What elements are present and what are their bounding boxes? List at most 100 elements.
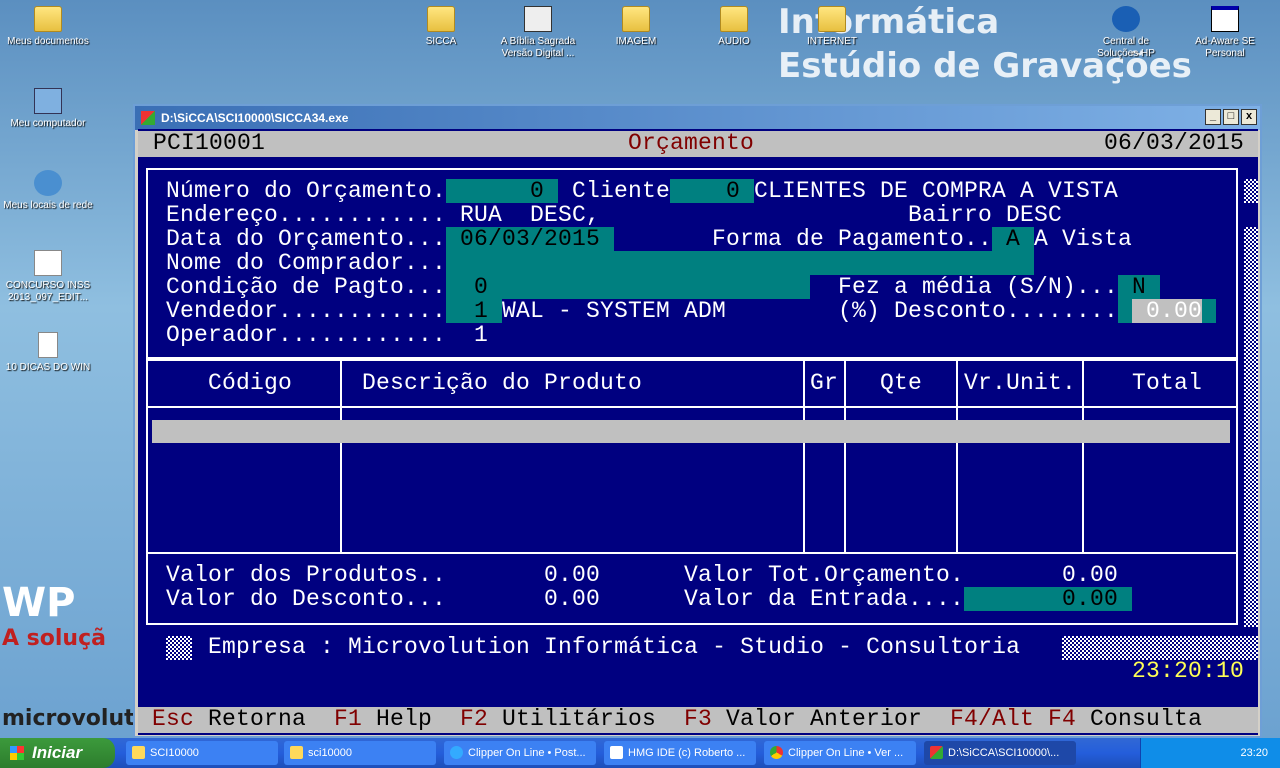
forma-label: Forma de Pagamento.. [712,226,993,252]
screen-title: Orçamento [628,130,755,156]
icon-label: A Bíblia Sagrada Versão Digital ... [500,36,576,59]
icon-label: AUDIO [718,36,750,47]
icon-label: Ad-Aware SE Personal [1195,36,1255,59]
column-divider [844,359,846,554]
key-action: Retorna [208,706,307,732]
hp-icon [1112,6,1140,32]
app-icon [610,746,623,759]
vendedor-value: 1 [474,298,489,324]
data-value: 06/03/2015 [460,226,601,252]
bairro-value: DESC [1006,202,1063,228]
column-header-gr: Gr [810,370,839,396]
desktop-icon-hp[interactable]: Central de Soluções HP [1081,6,1171,60]
tot-orcamento-label: Valor Tot.Orçamento. [684,562,965,588]
folder-icon [622,6,650,32]
key-f1[interactable]: F1 Help [334,707,432,731]
column-header-vrunit: Vr.Unit. [964,370,1077,396]
icon-label: 10 DICAS DO WIN [5,362,91,373]
produtos-label: Valor dos Produtos.. [166,562,447,588]
task-label: sci10000 [308,747,353,759]
forma-value: A [1006,226,1021,252]
nome-label: Nome do Comprador... [166,250,447,276]
cliente-name: CLIENTES DE COMPRA A VISTA [754,178,1119,204]
table-header-divider [146,406,1238,408]
column-divider [1082,359,1084,554]
desktop-icon-dicas[interactable]: 10 DICAS DO WIN [3,332,93,374]
key-action: Consulta [1090,706,1203,732]
pdf-icon [34,250,62,276]
condicao-label: Condição de Pagto... [166,274,447,300]
app-icon [141,111,155,125]
task-label: Clipper On Line • Ver ... [788,747,904,759]
empresa-text: Empresa : Microvolution Informática - St… [208,634,1021,660]
key-action: Help [376,706,433,732]
maximize-button[interactable]: □ [1223,109,1239,125]
task-label: SCI10000 [150,747,199,759]
desktop-icon-concurso[interactable]: CONCURSO INSS 2013_097_EDIT... [3,250,93,304]
computer-icon [34,88,62,114]
ie-icon [450,746,463,759]
shade-block [166,636,192,660]
key-f2[interactable]: F2 Utilitários [460,707,656,731]
icon-label: SICCA [425,36,457,47]
start-label: Iniciar [32,743,83,762]
task-label: Clipper On Line • Post... [468,747,586,759]
table-row-selected[interactable] [152,420,1230,443]
task-label: HMG IDE (c) Roberto ... [628,747,746,759]
system-tray: 23:20 [1140,738,1280,768]
task-sicca34[interactable]: D:\SiCCA\SCI10000\... [924,741,1076,765]
task-hmg-ide[interactable]: HMG IDE (c) Roberto ... [604,741,756,765]
task-sci10000-lower[interactable]: sci10000 [284,741,436,765]
entrada-label: Valor da Entrada.... [684,586,965,612]
cliente-value: 0 [726,178,741,204]
tot-orcamento-value: 0.00 [1062,562,1119,588]
desktop-icon-imagem[interactable]: IMAGEM [591,6,681,48]
key-label: F4/Alt F4 [950,706,1077,732]
task-clipper-ver[interactable]: Clipper On Line • Ver ... [764,741,916,765]
condicao-value: 0 [474,274,489,300]
minimize-button[interactable]: _ [1205,109,1221,125]
desconto-total-label: Valor do Desconto... [166,586,447,612]
key-label: Esc [152,706,195,732]
cliente-field[interactable] [670,179,754,203]
title-bar[interactable]: D:\SiCCA\SCI10000\SICCA34.exe _ □ x [135,106,1260,130]
operador-label: Operador............ [166,322,447,348]
endereco-value: RUA DESC, [460,202,601,228]
condicao-field[interactable] [446,275,810,299]
console-screen[interactable]: PCI10001 Orçamento 06/03/2015 Número do … [138,129,1258,735]
desktop-icon-locais-rede[interactable]: Meus locais de rede [3,170,93,212]
folder-icon [427,6,455,32]
nome-field[interactable] [446,251,1034,275]
numero-value: 0 [530,178,545,204]
tray-clock[interactable]: 23:20 [1240,747,1268,759]
window-icon [1211,6,1239,32]
vendedor-name: WAL - SYSTEM ADM [502,298,727,324]
desktop-icon-meu-computador[interactable]: Meu computador [3,88,93,130]
desconto-total-value: 0.00 [544,586,601,612]
task-clipper-post[interactable]: Clipper On Line • Post... [444,741,596,765]
desktop-icon-audio[interactable]: AUDIO [689,6,779,48]
desconto-label: (%) Desconto........ [838,298,1119,324]
column-header-codigo: Código [208,370,293,396]
desktop-icon-sicca[interactable]: SICCA [396,6,486,48]
task-sci10000[interactable]: SCI10000 [126,741,278,765]
icon-label: Meus locais de rede [3,200,93,211]
desktop-icon-meus-documentos[interactable]: Meus documentos [3,6,93,48]
media-value: N [1132,274,1147,300]
key-esc[interactable]: Esc Retorna [152,707,306,731]
start-button[interactable]: Iniciar [0,738,115,768]
key-action: Utilitários [502,706,657,732]
folder-icon [818,6,846,32]
key-f4[interactable]: F4/Alt F4 Consulta [950,707,1202,731]
desktop-icon-biblia[interactable]: A Bíblia Sagrada Versão Digital ... [493,6,583,60]
key-label: F3 [684,706,713,732]
desktop-icon-adaware[interactable]: Ad-Aware SE Personal [1180,6,1270,60]
desktop-icon-internet[interactable]: INTERNET [787,6,877,48]
network-icon [34,170,62,196]
icon-label: Meu computador [10,118,86,129]
header-date: 06/03/2015 [1104,130,1245,156]
icon-label: Meus documentos [7,36,89,47]
key-f3[interactable]: F3 Valor Anterior [684,707,922,731]
close-button[interactable]: x [1241,109,1257,125]
vendedor-label: Vendedor............ [166,298,447,324]
